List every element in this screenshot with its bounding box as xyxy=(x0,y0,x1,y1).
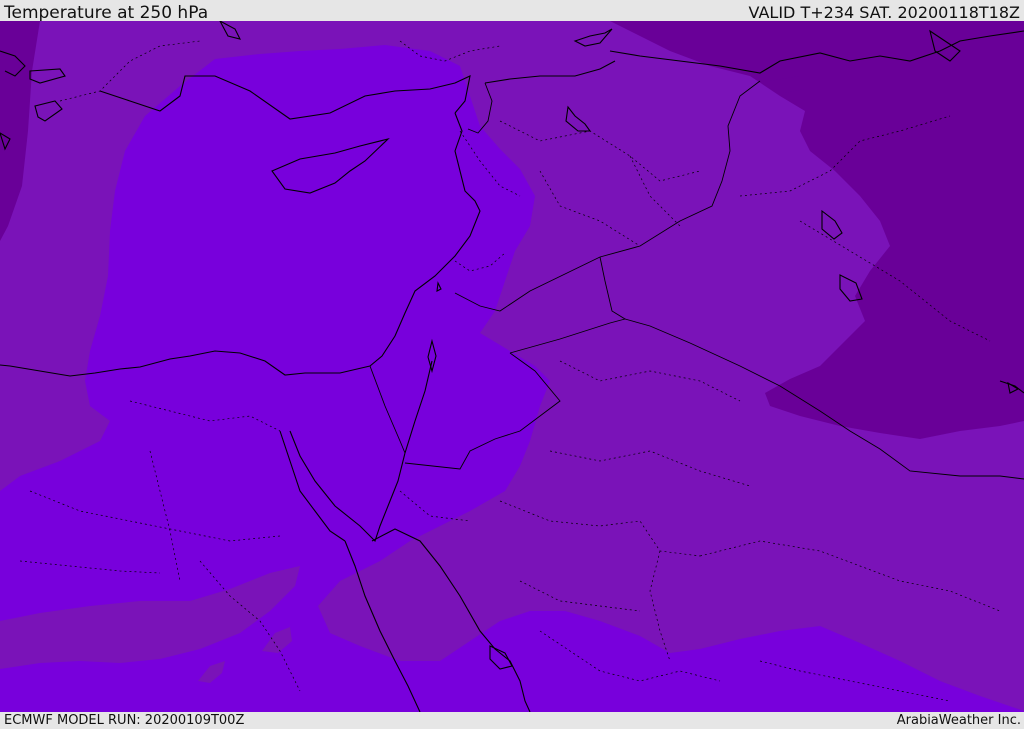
header-bar: Temperature at 250 hPa VALID T+234 SAT. … xyxy=(0,0,1024,23)
temperature-map[interactable] xyxy=(0,21,1024,712)
model-run-label: ECMWF MODEL RUN: 20200109T00Z xyxy=(4,713,245,728)
credit-label: ArabiaWeather Inc. xyxy=(896,713,1021,728)
map-canvas xyxy=(0,21,1024,712)
footer-bar: ECMWF MODEL RUN: 20200109T00Z ArabiaWeat… xyxy=(0,712,1024,729)
valid-time-label: VALID T+234 SAT. 20200118T18Z xyxy=(748,3,1020,22)
map-title: Temperature at 250 hPa xyxy=(4,3,209,23)
